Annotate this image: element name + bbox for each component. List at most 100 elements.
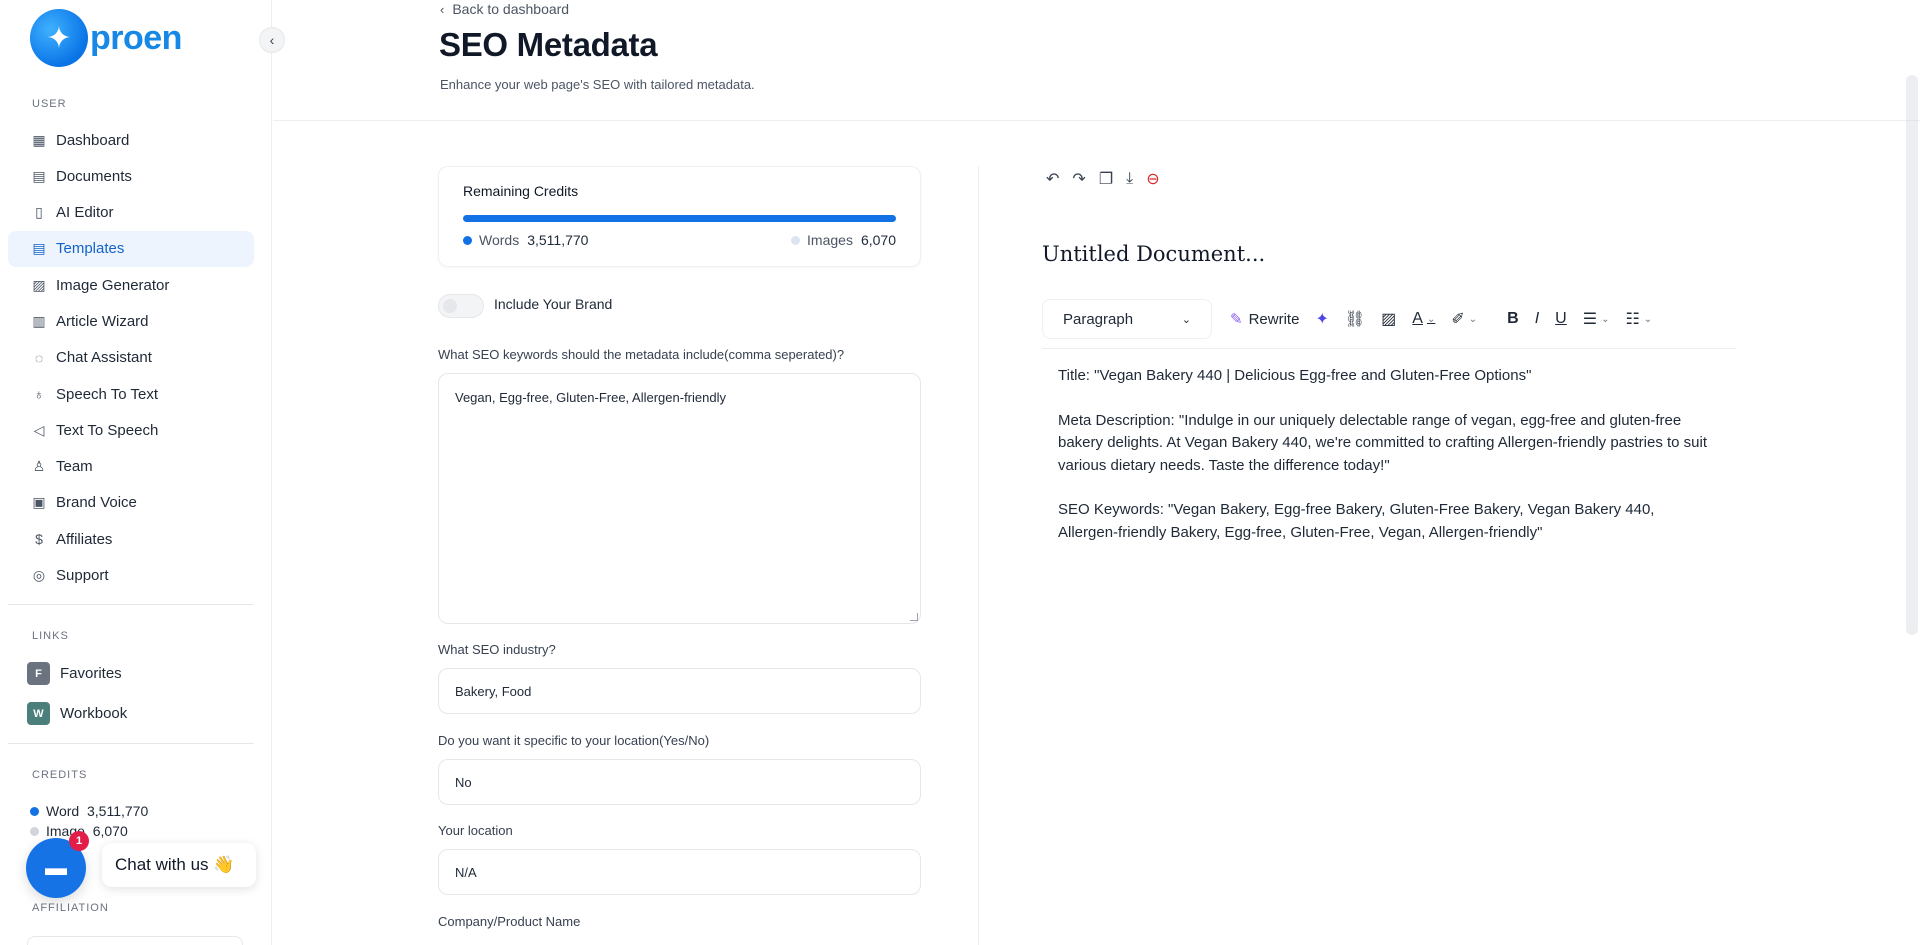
sidebar-item-templates[interactable]: ▤ Templates <box>8 230 254 267</box>
sidebar-item-dashboard[interactable]: ▦ Dashboard <box>8 122 254 158</box>
redo-icon[interactable]: ↷ <box>1072 169 1085 189</box>
sidebar-item-brand-voice[interactable]: ▣ Brand Voice <box>8 485 254 521</box>
sidebar-item-image-generator[interactable]: ▨ Image Generator <box>8 267 254 303</box>
collapse-sidebar-button[interactable]: ‹ <box>259 27 285 53</box>
workbook-badge: W <box>27 702 50 725</box>
header-divider <box>273 120 1920 121</box>
volume-icon: ◁ <box>33 421 45 438</box>
file-text-icon: ▤ <box>32 240 46 257</box>
sidebar-item-support[interactable]: ◎ Support <box>8 558 254 594</box>
chevron-down-icon: ⌄ <box>1181 313 1191 326</box>
affiliation-box <box>27 936 243 945</box>
image-icon: ▨ <box>32 276 46 293</box>
title-paragraph: Title: "Vegan Bakery 440 | Delicious Egg… <box>1058 367 1532 384</box>
page-title: SEO Metadata <box>439 26 658 63</box>
meta-description-paragraph: Meta Description: "Indulge in our unique… <box>1058 411 1708 474</box>
logo[interactable]: ✦ proen <box>30 9 182 67</box>
keywords-label: What SEO keywords should the metadata in… <box>438 347 845 362</box>
ai-sparkle-icon[interactable]: ✦ <box>1315 309 1328 329</box>
sidebar-word-credits: Word 3,511,770 <box>30 803 148 819</box>
sidebar-divider <box>8 604 254 605</box>
image-icon[interactable]: ▨ <box>1381 309 1396 329</box>
message-icon: ◌ <box>34 349 44 366</box>
italic-icon[interactable]: I <box>1535 310 1539 328</box>
delete-icon[interactable]: ⊖ <box>1146 169 1159 189</box>
column-divider <box>978 166 979 945</box>
include-brand-label: Include Your Brand <box>494 296 613 312</box>
sidebar-item-text-to-speech[interactable]: ◁ Text To Speech <box>8 412 254 448</box>
chevron-left-icon: ‹ <box>269 32 275 48</box>
format-toolbar: Paragraph ⌄ ✎ Rewrite ✦ ⛓ ▨ A ⌄ ✐ ⌄ B I U ☰… <box>1042 291 1736 347</box>
sidebar-item-ai-editor[interactable]: ▯ AI Editor <box>8 195 254 231</box>
user-section-label: USER <box>32 98 67 110</box>
undo-icon[interactable]: ↶ <box>1046 169 1059 189</box>
resize-handle-icon[interactable] <box>910 613 918 621</box>
rewrite-button[interactable]: ✎ Rewrite <box>1230 310 1299 329</box>
text-color-icon[interactable]: A ⌄ <box>1412 310 1435 328</box>
link-icon[interactable]: ⛓ <box>1345 309 1365 329</box>
chevron-down-icon: ⌄ <box>1601 313 1610 325</box>
chevron-down-icon: ⌄ <box>1468 313 1478 325</box>
document-body[interactable]: Title: "Vegan Bakery 440 | Delicious Egg… <box>1058 365 1708 566</box>
document-title[interactable]: Untitled Document... <box>1042 242 1265 266</box>
location-specific-input[interactable]: No <box>438 759 921 805</box>
brand-name: proen <box>90 18 182 57</box>
pen-icon: ✎ <box>1230 311 1243 328</box>
sidebar-item-article-wizard[interactable]: ▥ Article Wizard <box>8 303 254 339</box>
file-edit-icon: ▥ <box>32 312 46 329</box>
images-dot-icon <box>791 235 801 245</box>
download-icon[interactable]: ⤓ <box>1126 170 1133 188</box>
layout-icon: ▣ <box>32 494 46 511</box>
chevron-down-icon: ⌄ <box>1426 313 1436 325</box>
link-workbook[interactable]: W Workbook <box>27 702 127 725</box>
dollar-icon: $ <box>35 531 43 548</box>
sidebar-item-documents[interactable]: ▤ Documents <box>8 158 254 194</box>
location-input[interactable]: N/A <box>438 849 921 895</box>
words-credits: Words 3,511,770 <box>463 232 588 248</box>
chat-notification-badge: 1 <box>69 831 89 851</box>
page-scrollbar[interactable] <box>1906 75 1918 635</box>
bold-icon[interactable]: B <box>1507 310 1519 328</box>
toolbar-divider <box>1042 348 1736 349</box>
links-section-label: LINKS <box>32 630 69 642</box>
sidebar-nav: ▦ Dashboard ▤ Documents ▯ AI Editor ▤ Templa… <box>8 122 254 594</box>
paragraph-select[interactable]: Paragraph ⌄ <box>1042 299 1212 339</box>
copy-icon[interactable]: ❐ <box>1099 169 1113 189</box>
archive-icon: ▤ <box>32 167 46 184</box>
book-icon: ▯ <box>35 204 43 221</box>
chevron-left-icon: ‹ <box>440 1 445 17</box>
industry-label: What SEO industry? <box>438 642 556 657</box>
numbered-list-icon[interactable]: ☷ ⌄ <box>1625 309 1652 329</box>
company-name-label: Company/Product Name <box>438 914 581 929</box>
user-plus-icon: ♙ <box>32 458 46 475</box>
chevron-down-icon: ⌄ <box>1643 313 1653 325</box>
back-to-dashboard-link[interactable]: ‹ Back to dashboard <box>440 1 569 17</box>
seo-keywords-paragraph: SEO Keywords: "Vegan Bakery, Egg-free Ba… <box>1058 501 1655 541</box>
credits-title: Remaining Credits <box>463 183 579 199</box>
keywords-textarea[interactable]: Vegan, Egg-free, Gluten-Free, Allergen-f… <box>438 373 921 624</box>
sidebar-item-chat-assistant[interactable]: ◌ Chat Assistant <box>8 340 254 376</box>
sparkle-logo-icon: ✦ <box>30 9 88 67</box>
toggle-knob <box>443 299 457 313</box>
word-dot-icon <box>30 806 39 816</box>
words-dot-icon <box>463 235 472 245</box>
lifebuoy-icon: ◎ <box>32 567 46 584</box>
images-credits: Images 6,070 <box>791 232 896 248</box>
include-brand-toggle[interactable] <box>438 294 484 318</box>
editor-toolbar: ↶ ↷ ❐ ⤓ ⊖ <box>1046 169 1173 189</box>
chat-with-us-bubble[interactable]: Chat with us 👋 <box>102 843 256 887</box>
sidebar-item-affiliates[interactable]: $ Affiliates <box>8 521 254 557</box>
remaining-credits-card: Remaining Credits Words 3,511,770 Images… <box>438 166 921 267</box>
industry-input[interactable]: Bakery, Food <box>438 668 921 714</box>
image-dot-icon <box>30 826 39 836</box>
favorites-badge: F <box>27 662 50 685</box>
link-favorites[interactable]: F Favorites <box>27 662 122 685</box>
sidebar-item-team[interactable]: ♙ Team <box>8 449 254 485</box>
sidebar-item-speech-to-text[interactable]: ♁ Speech To Text <box>8 376 254 412</box>
highlight-icon[interactable]: ✐ ⌄ <box>1451 309 1477 329</box>
location-label: Your location <box>438 823 513 838</box>
bullet-list-icon[interactable]: ☰ ⌄ <box>1583 309 1610 329</box>
page-subtitle: Enhance your web page's SEO with tailore… <box>440 77 755 92</box>
underline-icon[interactable]: U <box>1555 310 1567 328</box>
affiliation-section-label: AFFILIATION <box>32 902 109 914</box>
